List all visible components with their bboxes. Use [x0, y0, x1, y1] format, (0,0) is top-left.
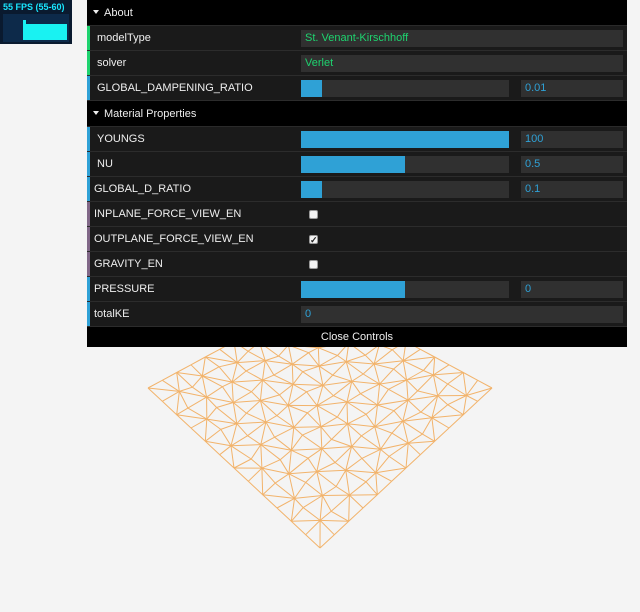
gravity-label: GRAVITY_EN	[94, 258, 163, 270]
global-d-ratio-row: GLOBAL_D_RATIO 0.1	[87, 177, 627, 202]
nu-row: NU 0.5	[87, 152, 627, 177]
total-ke-label: totalKE	[94, 308, 130, 320]
youngs-label: YOUNGS	[97, 133, 145, 145]
global-d-ratio-input[interactable]: 0.1	[521, 181, 623, 198]
solver-label: solver	[97, 57, 127, 69]
chevron-down-icon	[93, 111, 99, 116]
gravity-row: GRAVITY_EN	[87, 252, 627, 277]
nu-input[interactable]: 0.5	[521, 156, 623, 173]
solver-row: solver Verlet	[87, 51, 627, 76]
folder-material-properties-title[interactable]: Material Properties	[87, 101, 627, 127]
inplane-force-view-row: INPLANE_FORCE_VIEW_EN	[87, 202, 627, 227]
close-controls-button[interactable]: Close Controls	[87, 327, 627, 347]
nu-label: NU	[97, 158, 113, 170]
folder-about-title[interactable]: About	[87, 0, 627, 26]
inplane-force-view-checkbox[interactable]	[309, 210, 318, 219]
inplane-force-view-label: INPLANE_FORCE_VIEW_EN	[94, 208, 242, 220]
global-d-ratio-label: GLOBAL_D_RATIO	[94, 183, 191, 195]
controls-panel: About modelType St. Venant-Kirschhoff so…	[87, 0, 627, 347]
model-type-label: modelType	[97, 32, 151, 44]
global-dampening-ratio-input[interactable]: 0.01	[521, 80, 623, 97]
outplane-force-view-label: OUTPLANE_FORCE_VIEW_EN	[94, 233, 254, 245]
youngs-input[interactable]: 100	[521, 131, 623, 148]
pressure-slider[interactable]	[301, 281, 509, 298]
model-type-row: modelType St. Venant-Kirschhoff	[87, 26, 627, 51]
pressure-label: PRESSURE	[94, 283, 155, 295]
global-dampening-ratio-row: GLOBAL_DAMPENING_RATIO 0.01	[87, 76, 627, 101]
solver-input[interactable]: Verlet	[301, 55, 623, 72]
gravity-checkbox[interactable]	[309, 260, 318, 269]
model-type-input[interactable]: St. Venant-Kirschhoff	[301, 30, 623, 47]
total-ke-input[interactable]: 0	[301, 306, 623, 323]
global-dampening-ratio-slider[interactable]	[301, 80, 509, 97]
chevron-down-icon	[93, 10, 99, 15]
global-d-ratio-slider[interactable]	[301, 181, 509, 198]
outplane-force-view-checkbox[interactable]: ✓	[309, 235, 318, 245]
outplane-force-view-row: OUTPLANE_FORCE_VIEW_EN ✓	[87, 227, 627, 252]
nu-slider[interactable]	[301, 156, 509, 173]
pressure-row: PRESSURE 0	[87, 277, 627, 302]
youngs-row: YOUNGS 100	[87, 127, 627, 152]
total-ke-row: totalKE 0	[87, 302, 627, 327]
global-dampening-ratio-label: GLOBAL_DAMPENING_RATIO	[97, 82, 253, 94]
pressure-input[interactable]: 0	[521, 281, 623, 298]
youngs-slider[interactable]	[301, 131, 509, 148]
